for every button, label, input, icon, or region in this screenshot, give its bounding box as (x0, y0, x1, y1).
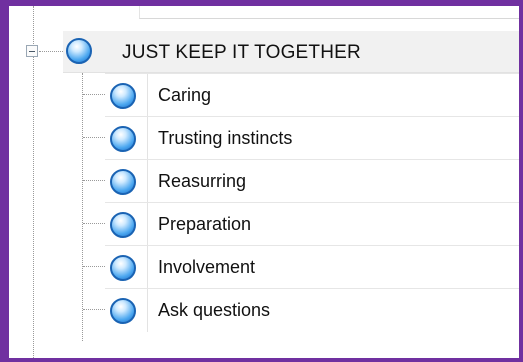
tree-view-panel: JUST KEEP IT TOGETHER Caring Trusting in… (0, 0, 523, 362)
tree-connector (83, 180, 105, 181)
tree-connector (83, 266, 105, 267)
divider (147, 74, 148, 117)
tree-node-preparation[interactable]: Preparation (105, 202, 519, 246)
blue-orb-icon (110, 212, 136, 238)
tree-connector (83, 94, 105, 95)
tree-connector (83, 223, 105, 224)
tree-node-caring[interactable]: Caring (105, 73, 519, 117)
tree-node-label: JUST KEEP IT TOGETHER (122, 42, 361, 63)
previous-row-fragment (139, 6, 519, 19)
tree-node-root[interactable]: JUST KEEP IT TOGETHER (63, 31, 519, 73)
tree-node-label: Trusting instincts (158, 128, 293, 148)
blue-orb-icon (110, 298, 136, 324)
tree-node-label: Ask questions (158, 300, 271, 320)
tree-node-ask-questions[interactable]: Ask questions (105, 288, 519, 332)
divider (147, 203, 148, 246)
blue-orb-icon (110, 126, 136, 152)
divider (147, 117, 148, 160)
tree-node-label: Caring (158, 85, 212, 105)
collapse-toggle-icon[interactable] (26, 45, 38, 57)
tree-node-label: Preparation (158, 214, 252, 234)
divider (147, 160, 148, 203)
tree-connector (83, 137, 105, 138)
tree-node-trusting-instincts[interactable]: Trusting instincts (105, 116, 519, 160)
tree-node-involvement[interactable]: Involvement (105, 245, 519, 289)
divider (147, 246, 148, 289)
tree-connector (39, 51, 63, 52)
divider (147, 289, 148, 332)
tree-node-reasurring[interactable]: Reasurring (105, 159, 519, 203)
blue-orb-icon (66, 38, 92, 64)
tree-guide-line (82, 73, 83, 341)
tree-node-label: Reasurring (158, 171, 247, 191)
tree-node-label: Involvement (158, 257, 256, 277)
blue-orb-icon (110, 169, 136, 195)
tree-guide-line (33, 6, 34, 358)
blue-orb-icon (110, 83, 136, 109)
blue-orb-icon (110, 255, 136, 281)
tree-connector (83, 309, 105, 310)
